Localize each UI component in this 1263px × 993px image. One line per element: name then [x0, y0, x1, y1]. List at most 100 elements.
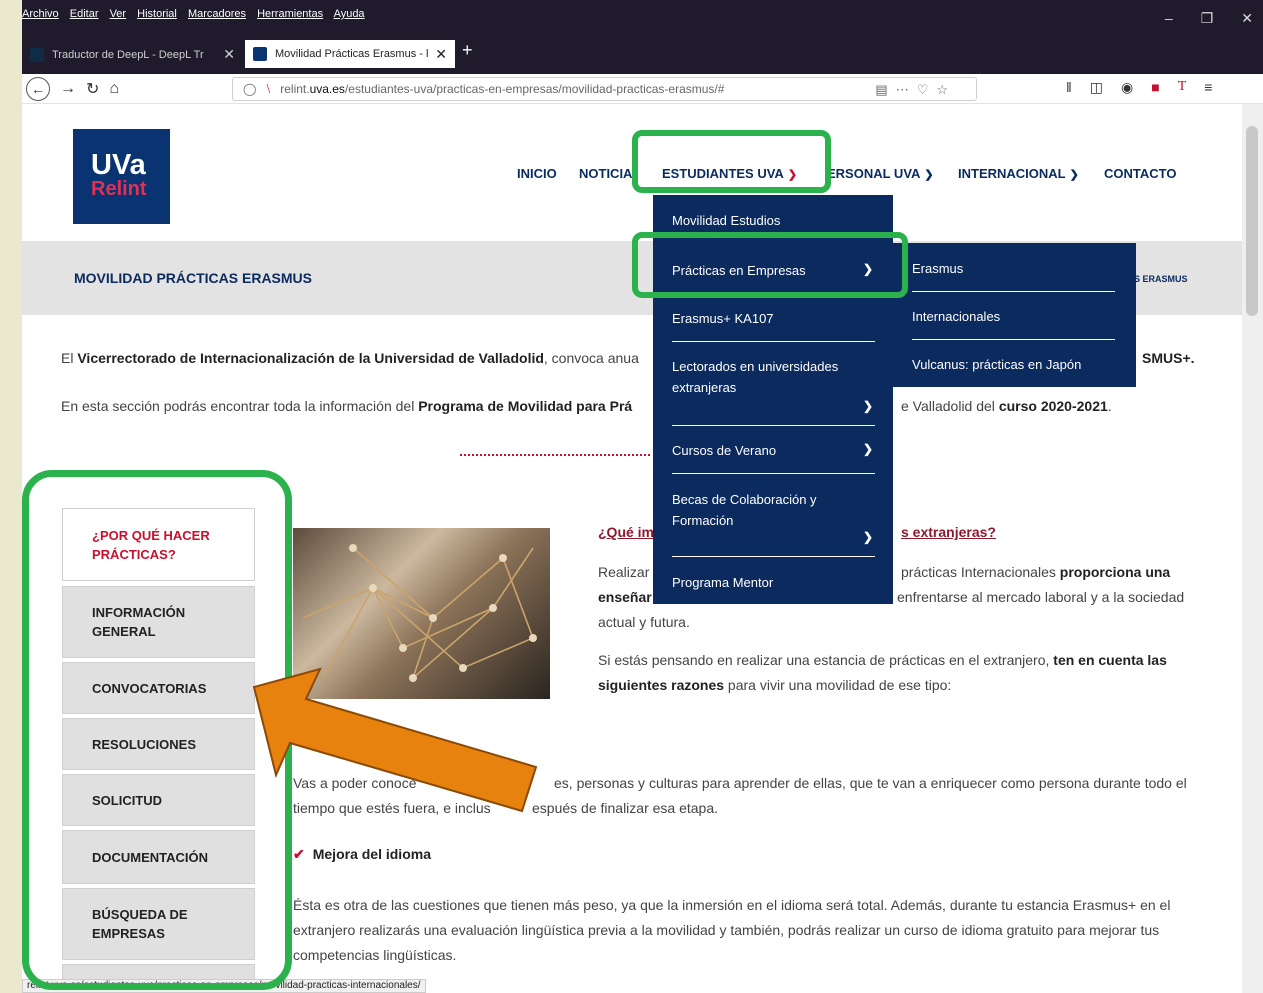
reason-heading: ✔ Mejora del idioma — [293, 846, 431, 862]
shield-icon[interactable]: ◯ — [243, 82, 256, 96]
menu-marcadores[interactable]: Marcadores — [188, 8, 246, 20]
reader-view-icon[interactable]: ▤ — [875, 82, 887, 98]
title-bar: Archivo Editar Ver Historial Marcadores … — [22, 0, 1263, 78]
menu-editar[interactable]: Editar — [70, 8, 99, 20]
sidebar-item-label: RESOLUCIONES — [92, 736, 197, 752]
submenu-item-internacionales[interactable]: Internacionales — [912, 306, 1115, 327]
library-icon[interactable]: ‖ — [1066, 79, 1072, 96]
window-controls: – ❐ ✕ — [1165, 10, 1253, 27]
intro-paragraph-1-end: SMUS+. — [1142, 350, 1195, 366]
practicas-submenu: Erasmus Internacionales Vulcanus: prácti… — [893, 243, 1136, 387]
pocket-icon[interactable]: ♡ — [917, 82, 929, 98]
content-line-2-end: enfrentarse al mercado laboral y a la so… — [897, 589, 1185, 605]
page-scrollbar[interactable] — [1242, 104, 1263, 993]
close-window-icon[interactable]: ✕ — [1241, 10, 1253, 27]
submenu-item-vulcanus[interactable]: Vulcanus: prácticas en Japón — [912, 354, 1115, 375]
nav-contacto[interactable]: CONTACTO — [1104, 166, 1176, 181]
submenu-item-erasmus[interactable]: Erasmus — [912, 258, 1115, 279]
nav-personal-uva[interactable]: ERSONAL UVA ❯ — [827, 166, 934, 181]
sidebar-item-informacion[interactable]: INFORMACIÓN GENERAL — [62, 586, 255, 658]
sidebar-item-label: INFORMACIÓN GENERAL — [92, 605, 186, 639]
dropdown-item-practicas-empresas[interactable]: Prácticas en Empresas — [672, 260, 875, 281]
content-line-7-end: espués de finalizar esa etapa. — [532, 800, 719, 816]
nav-estudiantes-uva[interactable]: ESTUDIANTES UVA ❯ — [662, 166, 797, 181]
home-icon[interactable]: ⌂ — [109, 80, 119, 98]
dropdown-item-lectorados[interactable]: Lectorados en universidades extranjeras — [672, 356, 875, 398]
nav-noticias[interactable]: NOTICIA — [579, 166, 632, 181]
bookmark-star-icon[interactable]: ☆ — [936, 82, 948, 98]
close-tab-icon[interactable]: ✕ — [223, 46, 235, 63]
sidebar-item-solicitud[interactable]: SOLICITUD — [62, 774, 255, 826]
toolbar-icons: ‖ ◫ ◉ ■ T ≡ — [1066, 79, 1212, 96]
reload-icon[interactable]: ↻ — [86, 79, 99, 99]
minimize-icon[interactable]: – — [1165, 10, 1173, 27]
question-heading-link[interactable]: ¿Qué im — [598, 524, 654, 540]
close-tab-icon[interactable]: ✕ — [435, 46, 447, 63]
sidebar-item-por-que[interactable]: ¿POR QUÉ HACER PRÁCTICAS? — [62, 508, 255, 581]
nav-inicio[interactable]: INICIO — [517, 166, 557, 181]
sidebar-item-resoluciones[interactable]: RESOLUCIONES — [62, 718, 255, 770]
submenu-divider — [912, 291, 1115, 292]
restore-icon[interactable]: ❐ — [1201, 10, 1214, 27]
content-line-6-end: es, personas y culturas para aprender de… — [554, 775, 1187, 791]
sidebar-item-label: SOLICITUD — [92, 792, 163, 808]
menu-archivo[interactable]: Archivo — [22, 8, 59, 20]
menu-bar: Archivo Editar Ver Historial Marcadores … — [22, 8, 373, 28]
orange-pointer-arrow — [252, 667, 538, 813]
uva-relint-logo[interactable]: UVa Relint — [73, 129, 170, 224]
text-extension-icon[interactable]: T — [1178, 79, 1187, 96]
dropdown-item-movilidad-estudios[interactable]: Movilidad Estudios — [672, 210, 875, 231]
forward-icon[interactable]: → — [60, 80, 76, 98]
logo-line2: Relint — [91, 178, 147, 200]
tab-movilidad[interactable]: Movilidad Prácticas Erasmus - l ✕ — [245, 40, 455, 68]
insecure-lock-icon[interactable]: ⧵ — [266, 82, 270, 97]
url-bar[interactable]: ◯ ⧵ relint.uva.es/estudiantes-uva/practi… — [232, 77, 977, 101]
sidebar-item-label: CONVOCATORIAS — [92, 680, 207, 696]
sidebar-item-documentacion[interactable]: DOCUMENTACIÓN — [62, 830, 255, 884]
breadcrumb[interactable]: S ERASMUS — [1134, 274, 1188, 284]
sidebar-item-busqueda[interactable]: BÚSQUEDA DE EMPRESAS — [62, 888, 255, 960]
submenu-divider — [912, 339, 1115, 340]
nav-buttons: ← → ↻ ⌂ — [26, 77, 119, 101]
dropdown-item-becas[interactable]: Becas de Colaboración y Formación — [672, 489, 875, 531]
dropdown-item-programa-mentor[interactable]: Programa Mentor — [672, 572, 875, 593]
menu-historial[interactable]: Historial — [137, 8, 177, 20]
dropdown-item-cursos-verano[interactable]: Cursos de Verano — [672, 440, 875, 461]
url-actions: ▤ ⋯ ♡ ☆ — [875, 82, 948, 98]
nav-internacional[interactable]: INTERNACIONAL ❯ — [958, 166, 1079, 181]
chevron-down-icon: ❯ — [787, 169, 798, 181]
tab-title: Traductor de DeepL - DeepL Tr — [52, 48, 204, 61]
new-tab-icon[interactable]: + — [462, 40, 473, 61]
question-heading-link-end[interactable]: s extranjeras? — [901, 524, 996, 540]
extension-icon[interactable]: ◉ — [1121, 79, 1133, 96]
content-line-3: actual y futura. — [598, 614, 690, 630]
content-line-1-end: prácticas Internacionales proporciona un… — [901, 564, 1171, 580]
chevron-down-icon: ❯ — [924, 169, 934, 181]
dropdown-divider — [672, 425, 875, 426]
browser-window: Archivo Editar Ver Historial Marcadores … — [22, 0, 1263, 993]
nav-internacional-label: INTERNACIONAL — [958, 166, 1066, 181]
menu-ayuda[interactable]: Ayuda — [334, 8, 365, 20]
pdf-extension-icon[interactable]: ■ — [1151, 79, 1159, 96]
tab-deepl[interactable]: Traductor de DeepL - DeepL Tr ✕ — [22, 41, 243, 68]
intro-paragraph-1: El Vicerrectorado de Internacionalizació… — [61, 350, 639, 366]
chevron-right-icon: ❯ — [862, 442, 873, 456]
sidebar-item-convocatorias[interactable]: CONVOCATORIAS — [62, 662, 255, 714]
menu-herramientas[interactable]: Herramientas — [257, 8, 323, 20]
dropdown-item-erasmus-ka107[interactable]: Erasmus+ KA107 — [672, 308, 875, 329]
dropdown-divider — [672, 341, 875, 342]
menu-ver[interactable]: Ver — [110, 8, 127, 20]
menu-hamburger-icon[interactable]: ≡ — [1204, 79, 1212, 96]
dropdown-divider — [672, 293, 875, 294]
content-line-4: Si estás pensando en realizar una estanc… — [598, 652, 1167, 668]
nav-personal-label: ERSONAL UVA — [827, 166, 921, 181]
more-actions-icon[interactable]: ⋯ — [896, 82, 909, 98]
scrollbar-thumb[interactable] — [1246, 126, 1258, 316]
back-icon[interactable]: ← — [26, 77, 50, 101]
chevron-right-icon: ❯ — [862, 262, 873, 276]
arrow-icon — [252, 667, 538, 813]
sidebar-toggle-icon[interactable]: ◫ — [1090, 79, 1103, 96]
page-title: MOVILIDAD PRÁCTICAS ERASMUS — [74, 270, 313, 286]
content-line-5: siguientes razones para vivir una movili… — [598, 677, 952, 693]
tab-title: Movilidad Prácticas Erasmus - l — [275, 48, 429, 60]
